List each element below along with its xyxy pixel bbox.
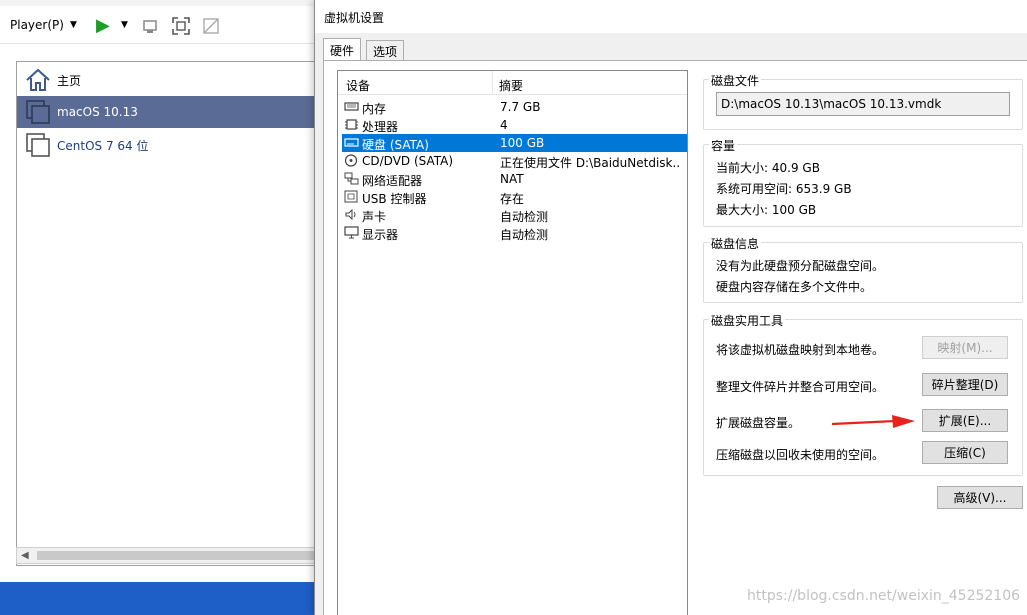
group-title: 磁盘信息 <box>709 235 762 252</box>
device-row-cpu[interactable]: 处理器 4 <box>342 116 687 134</box>
device-summary: 7.7 GB <box>500 100 541 114</box>
defrag-button[interactable]: 碎片整理(D) <box>922 373 1008 396</box>
device-row-cddvd[interactable]: CD/DVD (SATA) 正在使用文件 D:\BaiduNetdisk... <box>342 152 687 170</box>
device-row-sound[interactable]: 声卡 自动检测 <box>342 206 687 224</box>
library-item-macos[interactable]: macOS 10.13 <box>17 96 315 128</box>
compact-description: 压缩磁盘以回收未使用的空间。 <box>716 448 885 462</box>
library-item-home[interactable]: 主页 <box>17 64 315 96</box>
device-summary: 100 GB <box>500 136 545 150</box>
dialog-titlebar: 虚拟机设置 <box>315 0 1027 33</box>
current-size-text: 当前大小: 40.9 GB <box>716 161 820 175</box>
library-item-label: CentOS 7 64 位 <box>57 138 149 153</box>
tab-options[interactable]: 选项 <box>366 40 405 61</box>
device-summary: 4 <box>500 118 508 132</box>
device-list-header: 设备 摘要 <box>338 71 687 95</box>
chevron-down-icon: ▼ <box>69 20 77 30</box>
library-item-label: 主页 <box>57 73 82 88</box>
memory-icon <box>344 100 359 113</box>
player-menu-button[interactable]: Player(P) ▼ <box>10 14 77 36</box>
library-item-label: macOS 10.13 <box>57 105 138 119</box>
device-name: 声卡 <box>362 210 387 224</box>
disk-info-line: 没有为此硬盘预分配磁盘空间。 <box>716 259 885 273</box>
player-toolbar: Player(P) ▼ ▶ ▼ <box>0 6 330 44</box>
vm-library-list: 主页 macOS 10.13 CentOS 7 64 位 <box>16 61 316 566</box>
annotation-arrow-icon <box>831 415 915 428</box>
speaker-icon <box>344 208 359 221</box>
device-summary: NAT <box>500 172 524 186</box>
disk-file-group: 磁盘文件 D:\macOS 10.13\macOS 10.13.vmdk <box>703 72 1023 130</box>
defrag-description: 整理文件碎片并整合可用空间。 <box>716 380 885 394</box>
disk-utilities-group: 磁盘实用工具 将该虚拟机磁盘映射到本地卷。 映射(M)... 整理文件碎片并整合… <box>703 312 1023 476</box>
disk-info-line: 硬盘内容存储在多个文件中。 <box>716 280 873 294</box>
scroll-left-icon[interactable]: ◀ <box>21 550 29 561</box>
usb-icon <box>344 190 359 203</box>
chevron-down-icon[interactable]: ▼ <box>121 14 128 36</box>
watermark-text: https://blog.csdn.net/weixin_45252106 <box>747 588 1021 604</box>
map-button[interactable]: 映射(M)... <box>922 336 1008 359</box>
home-icon <box>25 67 51 93</box>
expand-button[interactable]: 扩展(E)... <box>922 409 1008 432</box>
harddisk-icon <box>344 136 359 149</box>
device-name: 处理器 <box>362 120 399 134</box>
device-row-display[interactable]: 显示器 自动检测 <box>342 224 687 242</box>
device-row-memory[interactable]: 内存 7.7 GB <box>342 98 687 116</box>
column-header-device[interactable]: 设备 <box>346 77 370 94</box>
column-header-summary[interactable]: 摘要 <box>499 77 523 94</box>
monitor-icon <box>344 226 359 239</box>
group-title: 磁盘文件 <box>709 72 762 89</box>
device-row-harddisk[interactable]: 硬盘 (SATA) 100 GB <box>342 134 687 152</box>
device-name: USB 控制器 <box>362 192 427 206</box>
group-title: 磁盘实用工具 <box>709 312 786 329</box>
scrollbar-thumb[interactable] <box>37 551 317 560</box>
library-scrollbar[interactable]: ◀ <box>16 547 317 564</box>
device-name: 网络适配器 <box>362 174 423 188</box>
disk-info-group: 磁盘信息 没有为此硬盘预分配磁盘空间。 硬盘内容存储在多个文件中。 <box>703 235 1023 303</box>
compact-button[interactable]: 压缩(C) <box>922 441 1008 464</box>
device-name: 硬盘 (SATA) <box>362 138 429 152</box>
max-size-text: 最大大小: 100 GB <box>716 203 817 217</box>
expand-description: 扩展磁盘容量。 <box>716 416 801 430</box>
disk-file-path-field[interactable]: D:\macOS 10.13\macOS 10.13.vmdk <box>716 92 1010 116</box>
device-summary: 存在 <box>500 192 525 206</box>
unity-icon[interactable] <box>202 17 220 35</box>
device-row-network[interactable]: 网络适配器 NAT <box>342 170 687 188</box>
device-name: 显示器 <box>362 228 399 242</box>
play-icon[interactable]: ▶ <box>96 14 110 36</box>
column-divider[interactable] <box>492 71 493 95</box>
player-menu-label: Player(P) <box>10 18 64 32</box>
vm-icon <box>25 99 51 125</box>
send-ctrl-alt-del-icon[interactable] <box>142 17 160 35</box>
network-icon <box>344 172 359 185</box>
device-list: 设备 摘要 内存 7.7 GB 处理器 4 硬盘 (SATA) 100 GB C… <box>337 70 688 615</box>
library-item-centos[interactable]: CentOS 7 64 位 <box>17 129 315 161</box>
capacity-group: 容量 当前大小: 40.9 GB 系统可用空间: 653.9 GB 最大大小: … <box>703 137 1023 227</box>
device-name: 内存 <box>362 102 387 116</box>
device-summary: 自动检测 <box>500 228 549 242</box>
device-name: CD/DVD (SATA) <box>362 154 454 168</box>
device-summary: 自动检测 <box>500 210 549 224</box>
device-summary: 正在使用文件 D:\BaiduNetdisk... <box>500 156 680 170</box>
cpu-icon <box>344 118 359 131</box>
advanced-button[interactable]: 高级(V)... <box>937 486 1023 509</box>
fullscreen-icon[interactable] <box>172 17 190 35</box>
available-space-text: 系统可用空间: 653.9 GB <box>716 182 852 196</box>
vm-icon <box>25 132 51 158</box>
tab-hardware[interactable]: 硬件 <box>323 38 362 61</box>
cd-icon <box>344 154 359 167</box>
group-title: 容量 <box>709 137 738 154</box>
vm-settings-dialog: 虚拟机设置 硬件 选项 设备 摘要 内存 7.7 GB 处理器 4 硬盘 (SA… <box>314 0 1027 615</box>
dialog-title: 虚拟机设置 <box>324 11 385 25</box>
taskbar <box>0 582 320 615</box>
device-row-usb[interactable]: USB 控制器 存在 <box>342 188 687 206</box>
map-description: 将该虚拟机磁盘映射到本地卷。 <box>716 343 885 357</box>
